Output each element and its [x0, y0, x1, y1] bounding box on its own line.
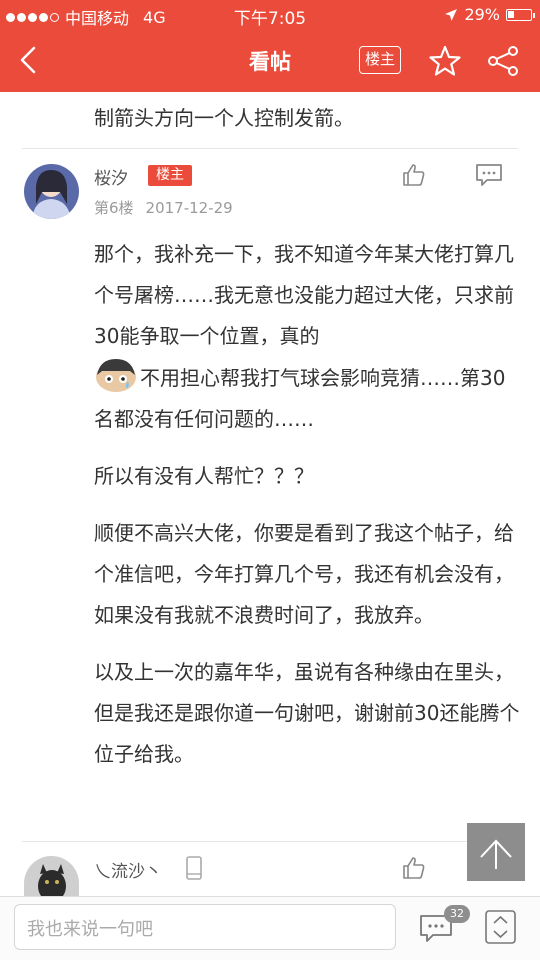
- owner-badge: 楼主: [148, 165, 192, 186]
- scroll-top-icon[interactable]: [467, 823, 525, 881]
- post-paragraph-2: 所以有没有人帮忙？？？: [94, 464, 314, 488]
- post-paragraph-4: 以及上一次的嘉年华，虽说有各种缘由在里头，但是我还是跟你道一句谢吧，谢谢前30还…: [94, 660, 520, 766]
- thumbs-up-icon[interactable]: [402, 856, 426, 880]
- post-paragraph-1: 那个，我补充一下，我不知道今年某大佬打算几个号屠榜……我无意也没能力超过大佬，只…: [94, 242, 514, 348]
- post-paragraph: 那个，我补充一下，我不知道今年某大佬打算几个号屠榜……我无意也没能力超过大佬，只…: [94, 234, 520, 440]
- post-username[interactable]: 桜汐: [94, 164, 128, 189]
- reply-input[interactable]: 我也来说一句吧: [14, 904, 396, 950]
- nav-bar: 看帖 楼主: [0, 30, 540, 92]
- status-right: 29%: [444, 5, 535, 24]
- post-divider: [22, 841, 518, 842]
- post-body: 那个，我补充一下，我不知道今年某大佬打算几个号屠榜……我无意也没能力超过大佬，只…: [94, 234, 520, 791]
- thumbs-up-icon[interactable]: [402, 163, 426, 187]
- battery-icon: [506, 8, 535, 21]
- bottom-bar: 我也来说一句吧 32: [0, 896, 540, 960]
- star-icon[interactable]: [428, 44, 462, 78]
- sweat-emoji-icon: [96, 359, 136, 392]
- post-date: 2017-12-29: [145, 199, 233, 217]
- location-arrow-icon: [445, 8, 458, 21]
- phone-icon: [186, 856, 202, 880]
- page-nav-icon[interactable]: [484, 909, 517, 945]
- only-owner-button[interactable]: 楼主: [359, 46, 401, 74]
- post-paragraph-1b: 不用担心帮我打气球会影响竞猜……第30名都没有任何问题的……: [94, 366, 506, 431]
- post-meta: 第6楼 2017-12-29: [94, 197, 233, 218]
- battery-fill: [508, 10, 514, 18]
- floor-number: 第6楼: [94, 199, 134, 217]
- previous-post-tail: 制箭头方向一个人控制发箭。: [94, 106, 354, 130]
- reply-icon[interactable]: [474, 162, 504, 188]
- comment-count-badge: 32: [444, 905, 470, 923]
- top-bar: 中国移动 4G 下午7:05 29% 看帖 楼主: [0, 0, 540, 92]
- next-post-username[interactable]: 乀流沙丶: [94, 857, 162, 882]
- avatar[interactable]: [24, 164, 79, 219]
- post-paragraph-3: 顺便不高兴大佬，你要是看到了我这个帖子，给个准信吧，今年打算几个号，我还有机会没…: [94, 521, 514, 627]
- status-bar: 中国移动 4G 下午7:05 29%: [0, 0, 540, 30]
- avatar[interactable]: [24, 856, 79, 896]
- share-icon[interactable]: [486, 44, 520, 78]
- battery-percent: 29%: [464, 5, 500, 24]
- post-divider: [22, 148, 518, 149]
